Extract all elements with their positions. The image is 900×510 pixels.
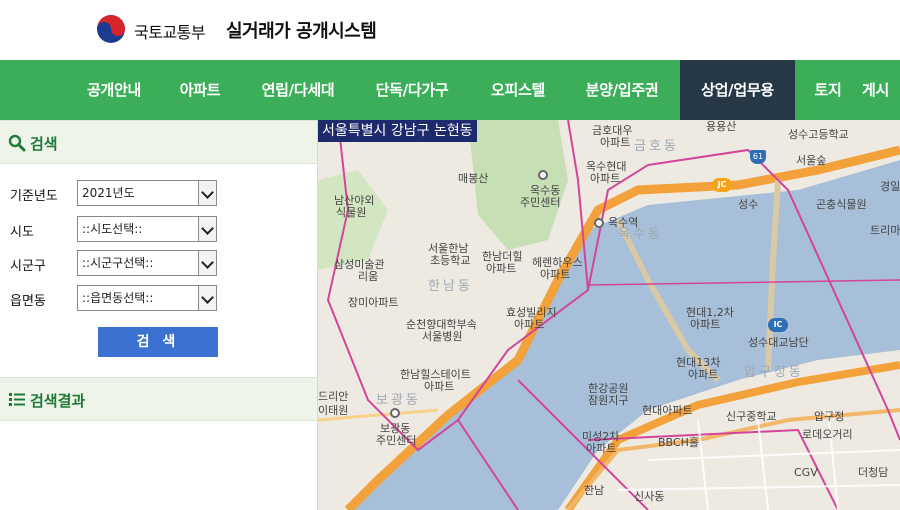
map-label: 아파트 [688, 368, 719, 381]
map-label: 드리안 [318, 390, 349, 403]
eupmyeondong-select-value: ::읍면동선택:: [82, 291, 154, 305]
map-label: 압구정 [814, 410, 845, 423]
ministry-name[interactable]: 국토교통부 [134, 19, 206, 43]
map-area-label: 옥수동 [618, 227, 663, 242]
map-area-label: 보광동 [376, 393, 421, 408]
sigungu-select-value: ::시군구선택:: [82, 256, 154, 270]
search-sidebar: 검색 기준년도 2021년도 시도 ::시도선택:: 시군구 ::시군구선택::… [0, 120, 318, 510]
map-label: BBCH홀 [658, 436, 699, 449]
map-label: 아파트 [690, 318, 721, 331]
nav-item-guide[interactable]: 공개안내 [72, 60, 156, 120]
sigungu-row: 시군구 ::시군구선택:: [0, 250, 317, 278]
map-label: 현대아파트 [642, 404, 693, 417]
map-label: 성수고등학교 [788, 128, 849, 141]
map-label: 용용산 [706, 120, 737, 133]
map-pin-icon [390, 408, 400, 418]
nav-item-detached[interactable]: 단독/다가구 [358, 60, 466, 120]
sido-label: 시도 [10, 225, 34, 240]
map-label: 주민센터 [376, 434, 417, 447]
nav-item-board[interactable]: 게시 [862, 60, 900, 120]
site-header: 국토교통부 실거래가 공개시스템 [0, 0, 900, 60]
map-label: 서울숲 [796, 154, 827, 167]
station-pin-icon [594, 218, 604, 228]
nav-item-land[interactable]: 토지 [801, 60, 855, 120]
search-button[interactable]: 검 색 [98, 327, 218, 357]
search-panel-header: 검색 [0, 120, 317, 164]
sigungu-label: 시군구 [10, 259, 46, 274]
system-name[interactable]: 실거래가 공개시스템 [226, 17, 377, 43]
search-panel-title: 검색 [30, 135, 58, 153]
map-label: 아파트 [486, 262, 517, 275]
nav-item-multiplex[interactable]: 연립/다세대 [244, 60, 352, 120]
map-label: 아파트 [586, 442, 617, 455]
chevron-down-icon[interactable] [198, 286, 216, 310]
map-area-label: 금호동 [634, 139, 679, 154]
map-pin-icon [538, 170, 548, 180]
interchange-badge-icon: IC [768, 318, 788, 332]
map-label: 신사동 [634, 490, 665, 503]
main-nav: 공개안내 아파트 연립/다세대 단독/다가구 오피스텔 분양/입주권 상업/업무… [0, 60, 900, 120]
map-label: 장미아파트 [348, 296, 399, 309]
map-label: CGV [794, 466, 818, 479]
map-label: 식물원 [336, 206, 367, 219]
map-label: 주민센터 [520, 196, 561, 209]
route-shield-icon: 61 [750, 150, 766, 164]
map-label: 성수대교남단 [748, 336, 809, 349]
chevron-down-icon[interactable] [198, 217, 216, 241]
map-label: 트리마 [870, 224, 900, 237]
eupmyeondong-row: 읍면동 ::읍면동선택:: [0, 285, 317, 313]
map-label: 매봉산 [458, 172, 489, 185]
nav-item-commercial[interactable]: 상업/업무용 [680, 60, 795, 120]
year-select[interactable]: 2021년도 [77, 180, 217, 206]
results-panel-header: 검색결과 [0, 377, 317, 421]
nav-item-apartment[interactable]: 아파트 [162, 60, 238, 120]
map-label: 로데오거리 [802, 428, 853, 441]
search-icon [8, 134, 26, 152]
map-label: 성수 [738, 198, 759, 211]
chevron-down-icon[interactable] [198, 181, 216, 205]
year-select-value: 2021년도 [82, 186, 135, 200]
map-location-title: 서울특별시 강남구 논현동 [318, 120, 477, 142]
map-label: 서울병원 [422, 330, 463, 343]
map-label: 잠원지구 [588, 394, 629, 407]
year-row: 기준년도 2021년도 [0, 180, 317, 208]
sido-select[interactable]: ::시도선택:: [77, 216, 217, 242]
map-label: 아파트 [540, 268, 571, 281]
map-label: 신구중학교 [726, 410, 777, 423]
map-label: 아파트 [600, 136, 631, 149]
map-view[interactable]: 서울특별시 강남구 논현동 61 JC IC 금호대우 아파트 옥수현대 아파트… [318, 120, 900, 510]
map-label: 리움 [358, 270, 379, 283]
nav-item-presale[interactable]: 분양/입주권 [570, 60, 674, 120]
list-icon [9, 393, 25, 406]
eupmyeondong-select[interactable]: ::읍면동선택:: [77, 285, 217, 311]
eupmyeondong-label: 읍면동 [10, 294, 46, 309]
map-label: 아파트 [514, 318, 545, 331]
map-label: 초등학교 [430, 254, 471, 267]
map-label: 더청담 [858, 466, 889, 479]
map-area-label: 압구정동 [744, 365, 804, 380]
map-label: 아파트 [424, 380, 455, 393]
junction-badge-icon: JC [712, 178, 732, 192]
results-panel-title: 검색결과 [30, 392, 86, 410]
sido-row: 시도 ::시도선택:: [0, 216, 317, 244]
taegeuk-logo-icon[interactable] [96, 14, 126, 44]
nav-item-officetel[interactable]: 오피스텔 [474, 60, 562, 120]
map-label: 곤충식물원 [816, 198, 867, 211]
map-label: 경일 [880, 180, 900, 193]
map-area-label: 한남동 [428, 279, 473, 294]
sido-select-value: ::시도선택:: [82, 222, 143, 236]
map-label: 한남 [584, 484, 605, 497]
map-label: 아파트 [590, 172, 621, 185]
year-label: 기준년도 [10, 189, 58, 204]
chevron-down-icon[interactable] [198, 251, 216, 275]
sigungu-select[interactable]: ::시군구선택:: [77, 250, 217, 276]
map-label: 이태원 [318, 404, 349, 417]
